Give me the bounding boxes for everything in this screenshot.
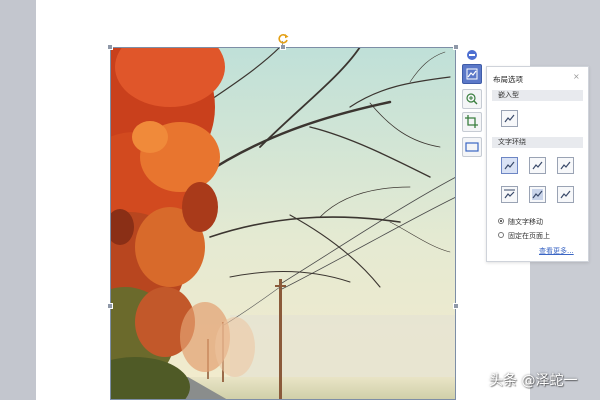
wrap-in-front-option[interactable] (557, 186, 574, 203)
selected-image[interactable] (110, 47, 456, 400)
wrap-in-front-icon (560, 190, 571, 199)
resize-handle-middle-left[interactable] (107, 303, 113, 309)
wrap-behind-text-icon (532, 189, 543, 200)
resize-handle-top-right[interactable] (453, 44, 459, 50)
radio-unchecked-icon (498, 232, 504, 238)
frame-icon (465, 142, 479, 152)
wrap-top-bottom-option[interactable] (501, 186, 518, 203)
radio-fix-on-page-label: 固定在页面上 (508, 232, 550, 240)
crop-icon (465, 115, 478, 128)
radio-move-with-text[interactable]: 随文字移动 (498, 217, 543, 227)
layout-options-button[interactable] (462, 64, 482, 84)
wrap-inline-icon (504, 114, 515, 123)
radio-checked-icon (498, 218, 504, 224)
border-button[interactable] (462, 137, 482, 157)
resize-handle-middle-right[interactable] (453, 303, 459, 309)
layout-wrap-icon (466, 68, 478, 80)
wrap-square-option[interactable] (501, 157, 518, 174)
wrap-inline-option[interactable] (501, 110, 518, 127)
workspace-left-margin (0, 0, 36, 400)
inline-section-header: 嵌入型 (492, 90, 583, 101)
zoom-button[interactable] (462, 89, 482, 109)
close-icon[interactable]: × (573, 72, 580, 82)
see-more-link[interactable]: 查看更多... (539, 246, 574, 256)
rotate-handle-icon[interactable] (276, 31, 290, 45)
collapse-toolbar-icon[interactable] (467, 50, 477, 60)
watermark-text: 头条 @泽蛇一 (489, 373, 578, 389)
wrap-section-header: 文字环绕 (492, 137, 583, 148)
wrap-tight-option[interactable] (529, 157, 546, 174)
radio-fix-on-page[interactable]: 固定在页面上 (498, 231, 550, 241)
wrap-top-bottom-icon (504, 189, 515, 199)
crop-button[interactable] (462, 112, 482, 132)
wrap-square-icon (504, 161, 515, 170)
radio-move-with-text-label: 随文字移动 (508, 218, 543, 226)
wrap-tight-icon (532, 161, 543, 170)
zoom-icon (466, 93, 478, 105)
resize-handle-top-left[interactable] (107, 44, 113, 50)
wrap-behind-text-option[interactable] (529, 186, 546, 203)
wrap-through-icon (560, 161, 571, 170)
panel-title: 布局选项 (493, 75, 523, 84)
wrap-through-option[interactable] (557, 157, 574, 174)
layout-options-panel: 布局选项 × 嵌入型 文字环绕 随文字移动 固定在页面上 查看更多... (486, 66, 589, 262)
